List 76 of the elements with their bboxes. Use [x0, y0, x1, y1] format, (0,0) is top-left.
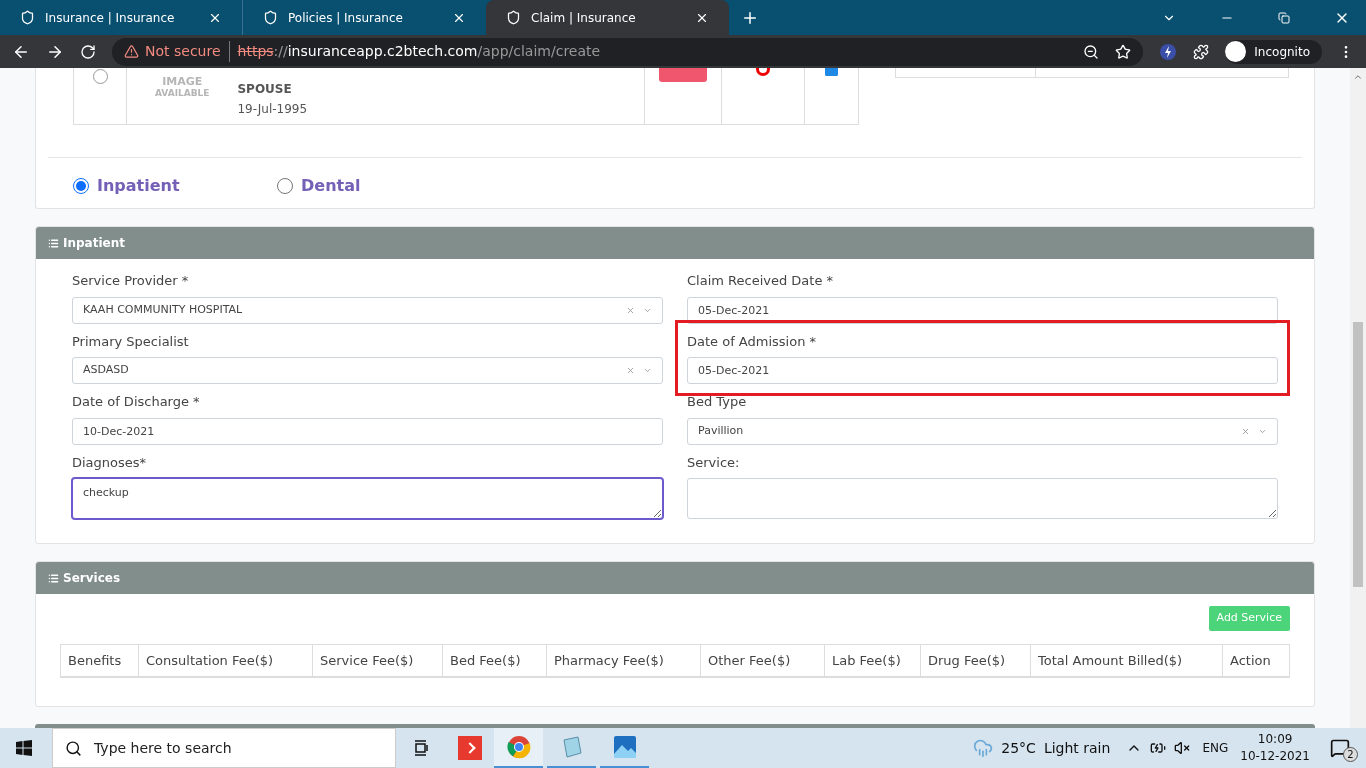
- notification-badge: 2: [1343, 747, 1358, 762]
- shield-icon: [263, 10, 278, 25]
- field-label: Date of Discharge *: [72, 393, 201, 411]
- field-label: Service Provider *: [72, 272, 190, 290]
- warning-icon: [124, 44, 139, 59]
- weather-temp: 25°C: [1001, 738, 1036, 758]
- list-icon: [48, 572, 59, 584]
- extension-icon[interactable]: [1159, 42, 1178, 61]
- photos-icon[interactable]: [613, 736, 636, 758]
- field-label: Claim Received Date *: [687, 272, 835, 290]
- column-header: Benefits: [61, 645, 139, 676]
- taskbar-search-field[interactable]: Type here to search: [52, 728, 396, 768]
- restore-icon[interactable]: [1278, 11, 1290, 24]
- field-label: Service:: [687, 453, 741, 472]
- date-field[interactable]: 10-Dec-2021: [72, 417, 663, 445]
- radio-option[interactable]: Inpatient: [73, 174, 277, 198]
- panel-title: Services: [63, 570, 121, 587]
- task-view-icon[interactable]: [412, 740, 429, 756]
- field-label: Primary Specialist: [72, 332, 190, 351]
- notification-icon[interactable]: [1330, 738, 1350, 758]
- browser-tab[interactable]: Claim | Insurance: [486, 0, 729, 35]
- url-text: https://insuranceapp.c2btech.com/app/claim/create: [237, 42, 601, 61]
- select-field[interactable]: KAAH COMMUNITY HOSPITAL: [72, 296, 663, 324]
- scroll-up-icon[interactable]: [1353, 72, 1363, 82]
- shield-icon: [506, 10, 521, 25]
- list-icon: [48, 237, 59, 249]
- member-dob: 19-Jul-1995: [237, 101, 308, 118]
- date-field[interactable]: 05-Dec-2021: [687, 296, 1278, 324]
- clock[interactable]: 10:09 10-12-2021: [1240, 731, 1310, 765]
- tab-title: Policies | Insurance: [288, 9, 404, 27]
- checkbox[interactable]: [825, 68, 838, 76]
- address-bar[interactable]: Not secure https://insuranceapp.c2btech.com/app/claim/create: [112, 37, 1144, 66]
- zoom-icon[interactable]: [1083, 43, 1100, 60]
- column-header: Consultation Fee($): [139, 645, 313, 676]
- status-icon: [756, 68, 770, 76]
- column-header: Action: [1229, 651, 1272, 670]
- text-area[interactable]: checkup: [72, 478, 663, 519]
- star-icon[interactable]: [1115, 43, 1132, 60]
- placeholder-text: AVAILABLE: [155, 89, 210, 98]
- select-field[interactable]: ASDASD: [72, 357, 663, 384]
- column-header: Bed Fee($): [443, 645, 547, 676]
- column-header: Other Fee($): [701, 645, 825, 676]
- radio-button[interactable]: [92, 69, 108, 84]
- panel-title: Inpatient: [63, 235, 125, 252]
- security-label: Not secure: [145, 41, 230, 62]
- field-label: Date of Admission *: [687, 332, 818, 351]
- volume-icon[interactable]: [1174, 740, 1191, 756]
- member-relation: SPOUSE: [237, 81, 293, 98]
- date-field[interactable]: 05-Dec-2021: [687, 357, 1278, 384]
- reload-icon[interactable]: [80, 43, 96, 60]
- browser-tab[interactable]: Policies | Insurance: [243, 0, 486, 35]
- field-label: Diagnoses*: [72, 453, 148, 472]
- windows-icon[interactable]: [16, 740, 32, 756]
- placeholder-text: IMAGE: [162, 76, 203, 87]
- incognito-icon: [1225, 41, 1247, 62]
- app-icon[interactable]: [457, 736, 482, 760]
- select-field[interactable]: Pavillion: [687, 417, 1278, 445]
- field-label: Bed Type: [687, 393, 748, 411]
- shield-icon: [20, 10, 35, 25]
- battery-icon[interactable]: [1150, 740, 1167, 756]
- column-header: Drug Fee($): [921, 645, 1031, 676]
- language-indicator[interactable]: ENG: [1202, 739, 1229, 757]
- tab-title: Insurance | Insurance: [45, 9, 176, 27]
- column-header: Service Fee($): [313, 645, 443, 676]
- caret-icon: [643, 366, 652, 375]
- puzzle-icon[interactable]: [1193, 43, 1210, 60]
- tab-title: Claim | Insurance: [531, 9, 637, 27]
- scrollbar[interactable]: [1350, 68, 1366, 728]
- profile-button[interactable]: Incognito: [1225, 39, 1322, 64]
- column-header: Lab Fee($): [825, 645, 921, 676]
- radio-option[interactable]: Dental: [277, 174, 481, 198]
- column-header: Total Amount Billed($): [1031, 645, 1223, 676]
- weather-text: Light rain: [1043, 738, 1111, 758]
- column-header: Pharmacy Fee($): [547, 645, 701, 676]
- chrome-icon[interactable]: [506, 735, 531, 759]
- search-icon: [65, 739, 82, 757]
